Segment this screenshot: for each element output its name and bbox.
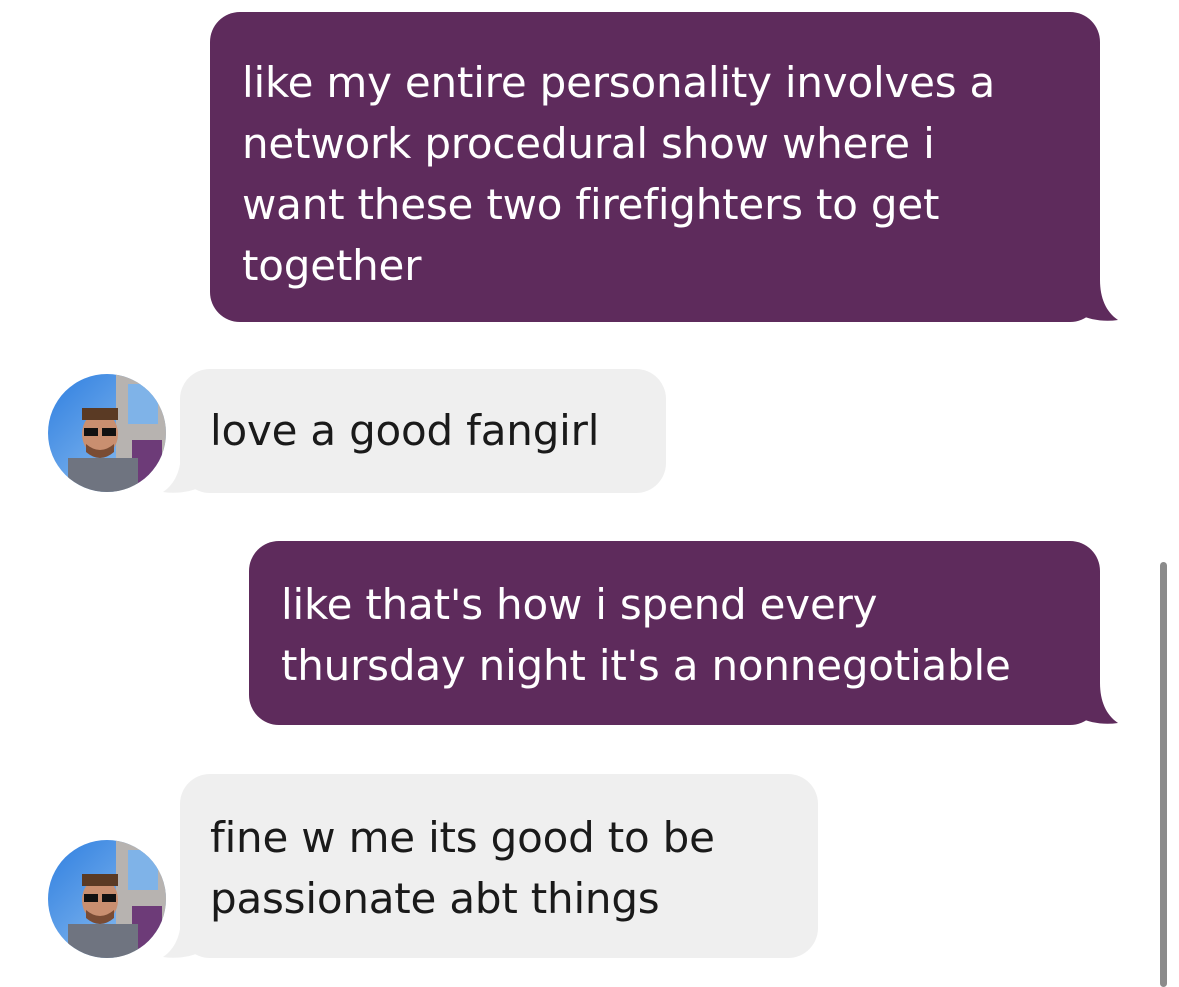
bubble-tail-received	[163, 452, 203, 493]
bubble-tail-sent	[1078, 280, 1118, 321]
message-bubble-received[interactable]: love a good fangirl	[180, 369, 666, 493]
contact-avatar[interactable]	[48, 374, 166, 492]
contact-avatar[interactable]	[48, 840, 166, 958]
message-text-line: fine w me its good to be	[210, 813, 715, 862]
message-text-line: like my entire personality involves a	[242, 58, 996, 107]
message-bubble-received[interactable]: fine w me its good to be passionate abt …	[180, 774, 818, 958]
avatar-photo-icon	[48, 374, 166, 492]
message-text-line: like that's how i spend every	[281, 580, 878, 629]
message-text-line: love a good fangirl	[210, 406, 600, 455]
message-text-line: want these two firefighters to get	[242, 180, 940, 229]
message-bubble-sent[interactable]: like that's how i spend every thursday n…	[249, 541, 1100, 725]
message-bubble-sent[interactable]: like my entire personality involves a ne…	[210, 12, 1100, 322]
message-text-line: passionate abt things	[210, 874, 660, 923]
bubble-tail-sent	[1078, 683, 1118, 724]
message-text-line: network procedural show where i	[242, 119, 935, 168]
message-text-line: thursday night it's a nonnegotiable	[281, 641, 1011, 690]
avatar-photo-icon	[48, 840, 166, 958]
scrollbar[interactable]	[1160, 562, 1167, 987]
bubble-tail-received	[163, 917, 203, 958]
message-text-line: together	[242, 241, 422, 290]
